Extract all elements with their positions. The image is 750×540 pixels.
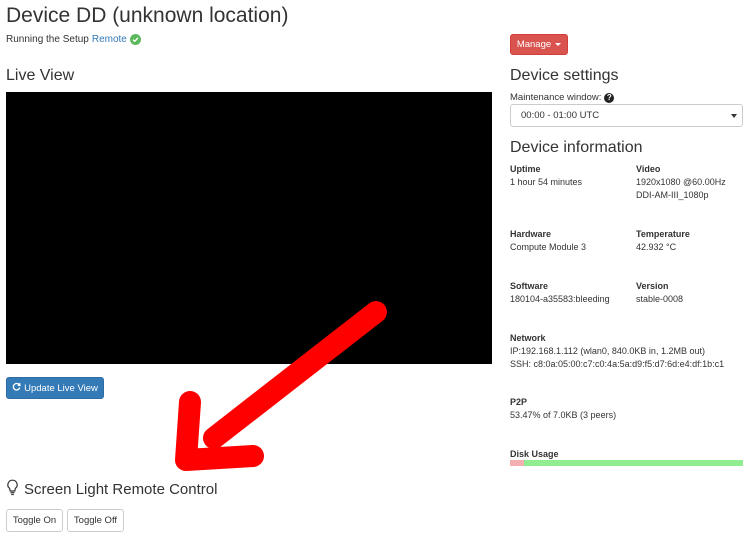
video-mode-value: DDI-AM-III_1080p <box>636 190 709 200</box>
software-label: Software <box>510 281 549 291</box>
live-view-screen <box>6 92 492 364</box>
disk-usage-bar <box>510 460 743 466</box>
toggle-off-button[interactable]: Toggle Off <box>67 509 124 532</box>
device-settings-title: Device settings <box>510 67 619 84</box>
page-title: Device DD (unknown location) <box>6 4 289 27</box>
check-circle-icon <box>129 34 141 45</box>
temperature-value: 42.932 °C <box>636 242 677 252</box>
software-value: 180104-a35583:bleeding <box>510 294 610 304</box>
hardware-value: Compute Module 3 <box>510 242 587 252</box>
update-live-view-button[interactable]: Update Live View <box>6 377 104 399</box>
status-line: Running the Setup Remote <box>6 34 141 45</box>
maintenance-window-select[interactable]: 00:00 - 01:00 UTC <box>510 104 743 127</box>
uptime-value: 1 hour 54 minutes <box>510 177 583 187</box>
hardware-label: Hardware <box>510 229 552 239</box>
live-view-title: Live View <box>6 67 75 84</box>
status-text: Running the Setup <box>6 34 89 45</box>
version-value: stable-0008 <box>636 294 684 304</box>
question-circle-icon[interactable]: ? <box>604 92 615 103</box>
uptime-label: Uptime <box>510 164 541 174</box>
p2p-value: 53.47% of 7.0KB (3 peers) <box>510 410 617 420</box>
update-live-view-label: Update Live View <box>24 382 98 394</box>
caret-down-icon <box>555 43 562 46</box>
remote-link[interactable]: Remote <box>92 34 127 45</box>
maintenance-window-label: Maintenance window: ? <box>510 92 615 103</box>
disk-usage-used <box>510 460 524 466</box>
maintenance-window-value: 00:00 - 01:00 UTC <box>521 110 600 121</box>
network-ip-value: IP:192.168.1.112 (wlan0, 840.0KB in, 1.2… <box>510 346 705 356</box>
disk-usage-label: Disk Usage <box>510 449 559 459</box>
device-information-title: Device information <box>510 139 643 156</box>
manage-dropdown-button[interactable]: Manage <box>510 34 568 55</box>
temperature-label: Temperature <box>636 229 690 239</box>
refresh-icon <box>12 382 21 394</box>
network-ssh-value: SSH: c8:0a:05:00:c7:c0:4a:5a:d9:f5:d7:6d… <box>510 359 725 369</box>
screen-light-title: Screen Light Remote Control <box>6 479 217 500</box>
video-label: Video <box>636 164 661 174</box>
lightbulb-icon <box>6 479 19 500</box>
manage-label: Manage <box>516 39 552 50</box>
screen-light-title-text: Screen Light Remote Control <box>24 481 218 498</box>
caret-down-icon <box>731 114 737 118</box>
p2p-label: P2P <box>510 397 528 407</box>
video-resolution-value: 1920x1080 @60.00Hz <box>636 177 726 187</box>
network-label: Network <box>510 333 546 343</box>
toggle-on-button[interactable]: Toggle On <box>6 509 63 532</box>
version-label: Version <box>636 281 669 291</box>
maintenance-window-label-text: Maintenance window: <box>510 92 602 103</box>
